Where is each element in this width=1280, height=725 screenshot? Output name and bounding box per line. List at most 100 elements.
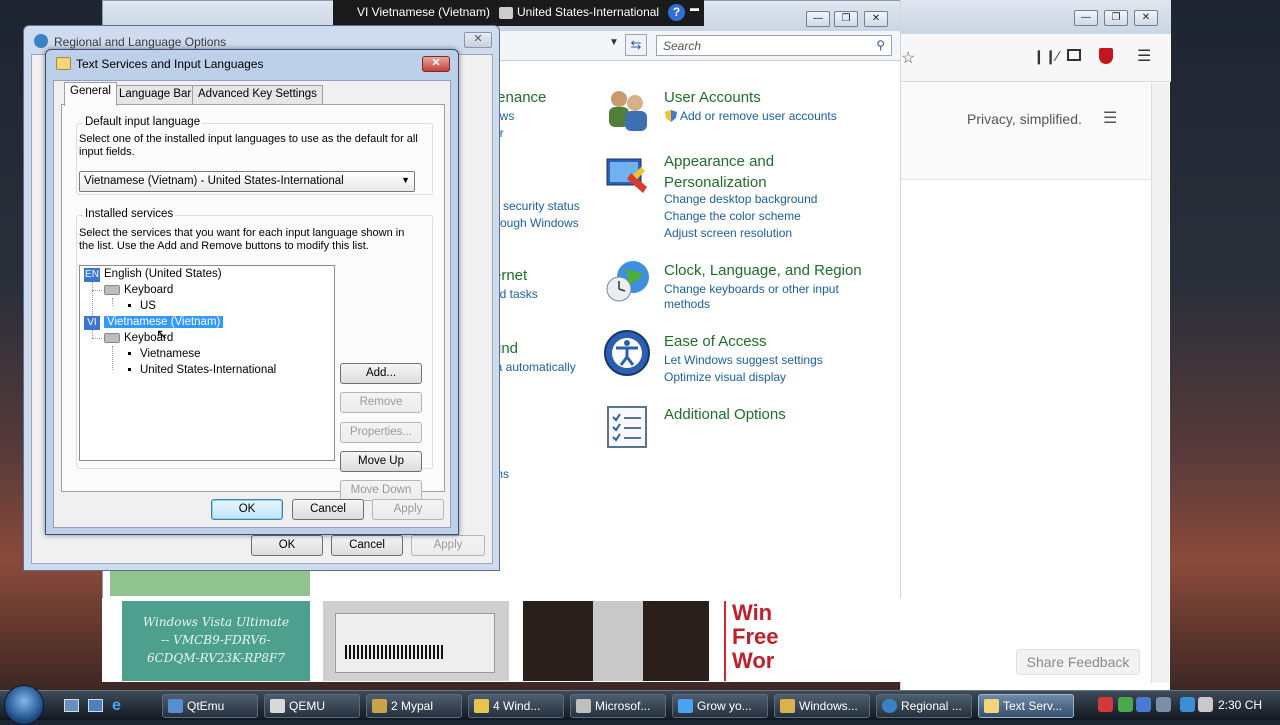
user-accounts-heading[interactable]: User Accounts bbox=[664, 89, 761, 106]
taskbar-item-grow[interactable]: Grow yo... bbox=[672, 694, 768, 718]
default-language-select[interactable]: Vietnamese (Vietnam) - United States-Int… bbox=[79, 171, 415, 192]
vista-key-line: 6CDQM-RV23K-RP8F7 bbox=[146, 651, 285, 665]
apply-button[interactable]: Apply bbox=[372, 499, 444, 520]
clock-language-region-heading[interactable]: Clock, Language, and Region bbox=[664, 262, 862, 279]
partial-line: Win bbox=[732, 600, 773, 625]
laptop-sticker-thumbnail[interactable] bbox=[523, 601, 709, 681]
adjust-resolution-link[interactable]: Adjust screen resolution bbox=[664, 226, 792, 240]
add-remove-users-link[interactable]: Add or remove user accounts bbox=[680, 109, 837, 123]
vista-key-thumbnail[interactable]: Windows Vista Ultimate -- VMCB9-FDRV6- 6… bbox=[122, 601, 310, 681]
partial-thumbnail[interactable]: Win Free Wor bbox=[724, 600, 778, 681]
group-label: Default input language bbox=[83, 116, 203, 128]
tree-item-layout[interactable]: Vietnamese bbox=[128, 346, 201, 362]
close-button[interactable]: ✕ bbox=[422, 56, 450, 72]
library-icon[interactable]: ❙❙∕ bbox=[1033, 48, 1059, 65]
globe-icon bbox=[34, 34, 48, 48]
properties-button[interactable]: Properties... bbox=[340, 422, 422, 443]
taskbar-item-label: Regional ... bbox=[901, 699, 962, 713]
change-color-scheme-link[interactable]: Change the color scheme bbox=[664, 209, 801, 223]
tree-item-label: English (United States) bbox=[104, 268, 222, 280]
langbar-options-icon[interactable]: ▬ bbox=[690, 3, 699, 13]
remove-button[interactable]: Remove bbox=[340, 392, 422, 413]
taskbar-item-windows[interactable]: Windows... bbox=[774, 694, 870, 718]
menu-icon[interactable]: ☰ bbox=[1137, 46, 1151, 66]
close-button[interactable]: ✕ bbox=[464, 32, 492, 48]
switch-windows-icon[interactable] bbox=[88, 699, 103, 712]
maximize-button[interactable]: ❐ bbox=[834, 11, 858, 27]
clock[interactable]: 2:30 CH bbox=[1218, 698, 1262, 712]
tools-icon bbox=[780, 699, 795, 713]
start-button[interactable] bbox=[4, 685, 44, 725]
ease-of-access-heading[interactable]: Ease of Access bbox=[664, 333, 767, 350]
tray-network-icon[interactable] bbox=[1156, 697, 1171, 712]
cp-partial-link[interactable]: ia automatically bbox=[493, 360, 576, 374]
keyboard-icon bbox=[56, 57, 71, 70]
taskbar-item-qtemu[interactable]: QtEmu bbox=[162, 694, 258, 718]
minimize-button[interactable]: — bbox=[1074, 10, 1098, 26]
share-feedback-button[interactable]: Share Feedback bbox=[1016, 649, 1140, 675]
taskbar-item-text-services[interactable]: Text Serv... bbox=[978, 694, 1074, 718]
tray-security-icon[interactable] bbox=[1098, 697, 1113, 712]
refresh-icon[interactable]: ⇆ bbox=[625, 34, 647, 56]
default-language-value: Vietnamese (Vietnam) - United States-Int… bbox=[84, 175, 344, 187]
cancel-button[interactable]: Cancel bbox=[292, 499, 364, 520]
add-button[interactable]: Add... bbox=[340, 363, 422, 384]
search-input[interactable]: Search ⚲ bbox=[656, 35, 892, 56]
move-up-button[interactable]: Move Up bbox=[340, 451, 422, 472]
tree-item-layout[interactable]: United States-International bbox=[128, 362, 276, 378]
change-keyboards-link[interactable]: Change keyboards or other input methods bbox=[664, 282, 854, 312]
vista-key-line: Windows Vista Ultimate bbox=[142, 615, 290, 629]
taskbar-item-windows-explorer[interactable]: 4 Wind... bbox=[468, 694, 564, 718]
ublock-icon[interactable] bbox=[1099, 48, 1113, 64]
globe-icon bbox=[882, 699, 897, 713]
language-indicator[interactable]: VI Vietnamese (Vietnam) bbox=[357, 5, 490, 19]
move-down-button[interactable]: Move Down bbox=[340, 480, 422, 501]
optimize-visual-display-link[interactable]: Optimize visual display bbox=[664, 370, 786, 384]
cp-partial-link[interactable]: security status bbox=[503, 199, 580, 213]
tray-display-icon[interactable] bbox=[1136, 697, 1151, 712]
installed-services-tree[interactable]: EN English (United States) Keyboard US VI… bbox=[79, 265, 335, 461]
address-dropdown-icon[interactable]: ▼ bbox=[609, 37, 621, 53]
tray-monitor-icon[interactable] bbox=[1180, 697, 1195, 712]
tab-general[interactable]: General bbox=[64, 82, 117, 106]
change-desktop-background-link[interactable]: Change desktop background bbox=[664, 192, 817, 206]
search-icon[interactable]: ⚲ bbox=[876, 38, 885, 52]
coa-sticker-thumbnail[interactable] bbox=[323, 601, 509, 681]
maximize-button[interactable]: ❐ bbox=[1104, 10, 1128, 26]
apply-button[interactable]: Apply bbox=[411, 535, 485, 556]
tree-item-layout[interactable]: US bbox=[128, 298, 156, 314]
taskbar-item-regional[interactable]: Regional ... bbox=[876, 694, 972, 718]
close-button[interactable]: ✕ bbox=[1134, 10, 1158, 26]
tree-item-label: United States-International bbox=[140, 364, 277, 376]
taskbar-item-microsoft[interactable]: Microsof... bbox=[570, 694, 666, 718]
minimize-button[interactable]: — bbox=[806, 11, 830, 27]
keyboard-indicator[interactable]: United States-International bbox=[517, 5, 659, 19]
cp-partial-link[interactable]: rough Windows bbox=[496, 216, 579, 230]
tab-advanced-key-settings[interactable]: Advanced Key Settings bbox=[192, 85, 323, 105]
tree-item-keyboard[interactable]: Keyboard bbox=[104, 282, 173, 298]
ok-button[interactable]: OK bbox=[251, 535, 323, 556]
tree-item-vietnamese[interactable]: VI Vietnamese (Vietnam) bbox=[84, 314, 224, 330]
windows-suggest-settings-link[interactable]: Let Windows suggest settings bbox=[664, 353, 823, 367]
help-icon[interactable]: ? bbox=[668, 4, 685, 21]
sidebar-icon[interactable] bbox=[1067, 49, 1081, 61]
tray-check-icon[interactable] bbox=[1118, 697, 1133, 712]
additional-options-heading[interactable]: Additional Options bbox=[664, 406, 786, 423]
taskbar-item-mypal[interactable]: 2 Mypal bbox=[366, 694, 462, 718]
ok-button[interactable]: OK bbox=[211, 499, 283, 520]
cancel-button[interactable]: Cancel bbox=[331, 535, 403, 556]
tab-language-bar[interactable]: Language Bar bbox=[113, 85, 198, 105]
tree-item-english[interactable]: EN English (United States) bbox=[84, 266, 222, 282]
user-accounts-icon bbox=[603, 85, 651, 133]
tray-volume-icon[interactable] bbox=[1198, 697, 1213, 712]
ie-icon[interactable]: e bbox=[112, 697, 121, 715]
show-desktop-icon[interactable] bbox=[64, 699, 79, 712]
cp-partial-heading[interactable]: tenance bbox=[493, 89, 546, 106]
appearance-heading[interactable]: Appearance and Personalization bbox=[664, 151, 844, 193]
hamburger-icon[interactable]: ☰ bbox=[1103, 108, 1117, 128]
scrollbar[interactable] bbox=[1151, 83, 1169, 683]
taskbar-item-qemu[interactable]: QEMU bbox=[264, 694, 360, 718]
close-button[interactable]: ✕ bbox=[864, 11, 888, 27]
text-services-dialog: Text Services and Input Languages ✕ Gene… bbox=[45, 49, 459, 535]
bookmark-star-icon[interactable]: ☆ bbox=[901, 48, 915, 68]
